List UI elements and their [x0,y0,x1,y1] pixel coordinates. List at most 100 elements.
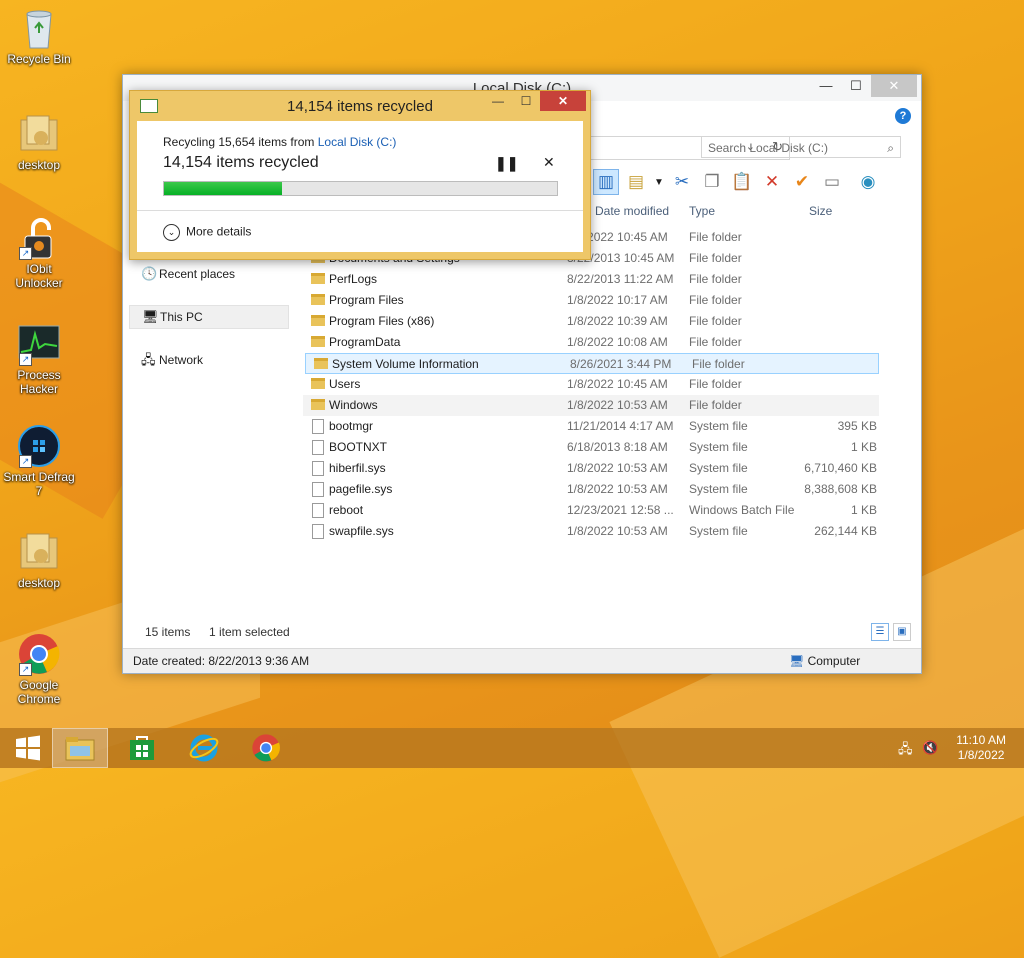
file-row[interactable]: ProgramData 1/8/2022 10:08 AM File folder [303,332,879,353]
file-row[interactable]: bootmgr 11/21/2014 4:17 AM System file 395 … [303,416,879,437]
paste-icon[interactable]: 📋 [729,169,755,195]
file-type: File folder [689,335,742,349]
file-date: 12/23/2021 12:58 ... [567,503,674,517]
desktop-icon-label: desktop [17,158,61,172]
progress-bar [163,181,558,196]
source-location-link[interactable]: Local Disk (C:) [318,135,397,149]
rename-icon[interactable]: ▭ [819,169,845,195]
desktop-icon-process-hacker[interactable]: ↗ Process Hacker [2,322,76,396]
desktop-icon-label: Google Chrome [17,678,61,706]
column-header-size[interactable]: Size [809,201,832,221]
folder-icon [311,315,325,326]
file-row[interactable]: hiberfil.sys 1/8/2022 10:53 AM System file… [303,458,879,479]
navigation-pane: 🕓 Recent places 🖥 This PC 🖧 Network [129,263,289,371]
file-row[interactable]: swapfile.sys 1/8/2022 10:53 AM System file… [303,521,879,542]
file-date: 1/8/2022 10:45 AM [567,377,668,391]
network-tray-icon[interactable]: 🖧 [898,740,913,762]
maximize-button[interactable]: ☐ [841,75,871,97]
file-row[interactable]: Windows 1/8/2022 10:53 AM File folder [303,395,879,416]
file-icon [312,440,324,455]
shortcut-arrow-icon: ↗ [19,455,32,468]
file-row[interactable]: Program Files (x86) 1/8/2022 10:39 AM File… [303,311,879,332]
file-date: 1/8/2022 10:17 AM [567,293,668,307]
file-row[interactable]: reboot 12/23/2021 12:58 ... Windows Batch … [303,500,879,521]
desktop-icon-smart-defrag[interactable]: ↗ Smart Defrag 7 [2,424,76,498]
operation-description: Recycling 15,654 items from Local Disk (… [163,135,396,149]
folder-icon [311,336,325,347]
file-row[interactable]: PerfLogs 8/22/2013 11:22 AM File folder [303,269,879,290]
desktop-icon-label: Process Hacker [17,368,61,396]
file-type: System file [689,419,748,433]
volume-muted-icon[interactable]: 🔇 [922,740,938,756]
file-name: ProgramData [329,335,401,349]
column-header-type[interactable]: Type [689,201,715,221]
file-icon [312,503,324,518]
network-icon: 🖧 [141,352,156,367]
minimize-button[interactable]: — [811,75,841,97]
nav-item-network[interactable]: 🖧 Network [129,349,289,371]
nav-item-label: This PC [160,310,203,324]
start-button[interactable] [0,728,56,768]
file-name: pagefile.sys [329,482,393,496]
close-button[interactable]: ✕ [871,75,917,97]
large-icons-view-icon[interactable]: ▣ [893,623,911,641]
more-details-button[interactable]: ⌄ More details [163,224,251,241]
taskbar-file-explorer[interactable] [52,728,108,768]
computer-icon: 🖥 [789,654,805,668]
dialog-maximize-button[interactable]: ☐ [512,91,540,111]
folder-icon [311,273,325,284]
desktop-icon-desktop-2[interactable]: desktop [2,530,76,590]
file-row[interactable]: Users 1/8/2022 10:45 AM File folder [303,374,879,395]
nav-item-label: Network [159,353,204,367]
desktop-icon-recycle-bin[interactable]: Recycle Bin [2,6,76,66]
details-view-icon[interactable]: ☰ [871,623,889,641]
file-row[interactable]: pagefile.sys 1/8/2022 10:53 AM System file… [303,479,879,500]
taskbar-internet-explorer[interactable] [176,728,232,768]
cancel-button[interactable]: ✕ [543,154,555,171]
file-name: PerfLogs [329,272,378,286]
operation-prefix: Recycling 15,654 items from [163,135,318,149]
desktop-icon-label: Smart Defrag 7 [3,470,75,498]
windows-logo-icon [16,735,40,761]
copy-icon[interactable]: ❐ [699,169,725,195]
cut-icon[interactable]: ✂ [669,169,695,195]
pause-button[interactable]: ❚❚ [495,155,518,172]
file-size: 8,388,608 KB [804,482,877,496]
progress-bar-fill [164,182,282,195]
recycle-bin-icon [17,6,61,50]
desktop-icon-google-chrome[interactable]: ↗ Google Chrome [2,632,76,706]
dropdown-arrow-icon[interactable]: ▼ [653,169,665,195]
help-icon[interactable]: ? [895,108,911,124]
file-row[interactable]: BOOTNXT 6/18/2013 8:18 AM System file 1 KB [303,437,879,458]
taskbar-store[interactable] [114,728,170,768]
file-name: BOOTNXT [329,440,388,454]
file-row[interactable]: Program Files 1/8/2022 10:17 AM File folde… [303,290,879,311]
file-type: Windows Batch File [689,503,795,517]
folder-icon [314,358,328,369]
desktop-icon-iobit-unlocker[interactable]: ↗ IObit Unlocker [2,216,76,290]
file-date: 1/8/2022 10:08 AM [567,335,668,349]
clock-time: 11:10 AM [956,733,1006,747]
file-row[interactable]: System Volume Information 8/26/2021 3:44 … [305,353,879,374]
search-input[interactable]: Search Local Disk (C:) ⌕ [701,136,901,158]
file-type: System file [689,524,748,538]
column-header-date[interactable]: Date modified [595,201,669,221]
checkmark-icon[interactable]: ✔ [789,169,815,195]
delete-icon[interactable]: ✕ [759,169,785,195]
dialog-close-button[interactable]: ✕ [540,91,586,111]
desktop-icon-desktop[interactable]: desktop [2,112,76,172]
file-name: Program Files [329,293,404,307]
preview-pane-icon[interactable]: ▥ [593,169,619,195]
globe-icon[interactable]: ◉ [855,169,881,195]
nav-item-recent-places[interactable]: 🕓 Recent places [129,263,289,285]
taskbar-clock[interactable]: 11:10 AM 1/8/2022 [956,733,1006,763]
dialog-minimize-button[interactable]: — [484,91,512,111]
nav-item-this-pc[interactable]: 🖥 This PC [129,305,289,329]
properties-icon[interactable]: ▤ [623,169,649,195]
shortcut-arrow-icon: ↗ [19,353,32,366]
chrome-icon: ↗ [17,632,61,676]
recycle-progress-dialog[interactable]: 14,154 items recycled — ☐ ✕ Recycling 15… [129,90,591,260]
taskbar-google-chrome[interactable] [238,728,294,768]
search-placeholder: Search Local Disk (C:) [708,141,829,155]
file-name: Users [329,377,361,391]
